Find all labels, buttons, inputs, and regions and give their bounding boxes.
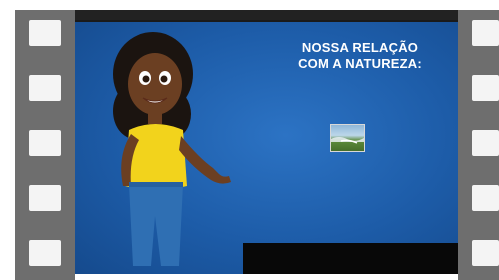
video-title: NOSSA RELAÇÃO COM A NATUREZA: (275, 40, 445, 72)
sprocket-hole (472, 240, 499, 266)
sprocket-hole (29, 75, 61, 101)
sprocket-hole (472, 185, 499, 211)
landscape-thumbnail-icon (330, 124, 365, 152)
video-frame[interactable]: NOSSA RELAÇÃO COM A NATUREZA: (75, 20, 458, 274)
frame-top-bar (75, 10, 458, 20)
sprocket-hole (472, 130, 499, 156)
sprocket-hole (29, 20, 61, 46)
film-border-left (15, 10, 75, 280)
sprocket-hole (29, 240, 61, 266)
sprocket-hole (472, 75, 499, 101)
cartoon-girl-character (113, 32, 231, 266)
filmstrip: NOSSA RELAÇÃO COM A NATUREZA: (0, 0, 499, 280)
film-border-right (458, 10, 499, 280)
sprocket-hole (29, 185, 61, 211)
sprocket-hole (29, 130, 61, 156)
video-title-line-2: COM A NATUREZA: (298, 56, 422, 71)
video-title-line-1: NOSSA RELAÇÃO (301, 40, 419, 55)
subtitle-bar (243, 243, 458, 274)
sprocket-hole (472, 20, 499, 46)
